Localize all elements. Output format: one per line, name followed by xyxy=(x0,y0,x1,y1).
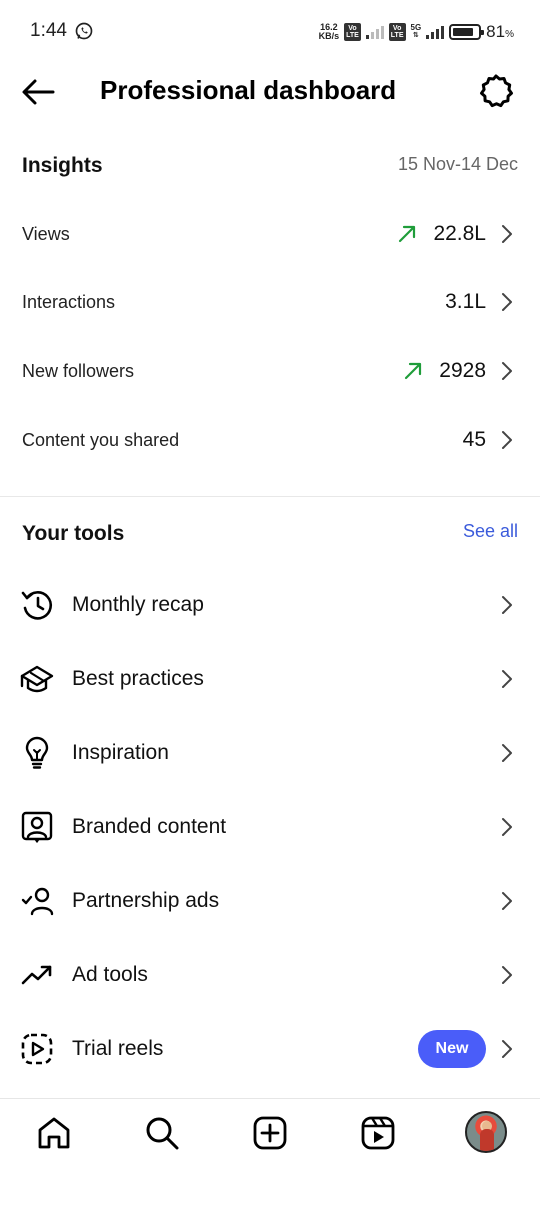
graduation-cap-icon xyxy=(20,665,54,693)
battery-percent: 81% xyxy=(486,22,514,41)
create-icon[interactable] xyxy=(250,1113,290,1153)
tools-title: Your tools xyxy=(22,522,125,545)
settings-gear-icon[interactable] xyxy=(478,73,514,109)
tool-label: Monthly recap xyxy=(72,593,204,616)
chevron-right-icon xyxy=(502,362,512,380)
header: Professional dashboard xyxy=(0,64,540,120)
chevron-right-icon xyxy=(502,1040,512,1058)
trend-up-icon xyxy=(398,225,416,243)
chevron-right-icon xyxy=(502,670,512,688)
signal-icon-sim2 xyxy=(426,25,445,39)
date-range[interactable]: 15 Nov-14 Dec xyxy=(398,154,518,175)
metric-row-interactions[interactable]: Interactions 3.1L xyxy=(0,268,540,336)
tool-inspiration[interactable]: Inspiration xyxy=(0,716,540,790)
back-arrow-icon[interactable] xyxy=(20,76,56,108)
avatar-figure xyxy=(480,1129,494,1151)
battery-icon xyxy=(449,24,485,40)
tool-label: Partnership ads xyxy=(72,889,220,912)
metric-value: 2928 xyxy=(439,359,486,382)
tool-branded-content[interactable]: Branded content xyxy=(0,790,540,864)
tool-label: Trial reels xyxy=(72,1037,164,1060)
bottom-nav xyxy=(0,1099,540,1169)
volte-badge-1: Vo LTE xyxy=(344,23,361,41)
signal-icon-sim1 xyxy=(365,25,384,39)
whatsapp-icon xyxy=(75,22,93,40)
metric-label: New followers xyxy=(22,361,135,381)
metric-value: 45 xyxy=(462,428,486,451)
chevron-right-icon xyxy=(502,225,512,243)
tool-label: Branded content xyxy=(72,815,227,838)
see-all-link[interactable]: See all xyxy=(463,521,518,542)
insights-title: Insights xyxy=(22,154,103,177)
metric-label: Content you shared xyxy=(22,430,180,450)
search-icon[interactable] xyxy=(142,1113,182,1153)
section-divider xyxy=(0,496,540,497)
profile-avatar[interactable] xyxy=(465,1111,507,1153)
tool-monthly-recap[interactable]: Monthly recap xyxy=(0,568,540,642)
metric-value: 22.8L xyxy=(433,222,486,245)
tool-best-practices[interactable]: Best practices xyxy=(0,642,540,716)
chevron-right-icon xyxy=(502,744,512,762)
tool-trial-reels[interactable]: Trial reels New xyxy=(0,1012,540,1086)
lightbulb-icon xyxy=(25,736,49,769)
tool-label: Inspiration xyxy=(72,741,169,764)
trial-reels-icon xyxy=(21,1033,53,1065)
chevron-right-icon xyxy=(502,892,512,910)
trending-up-icon xyxy=(21,965,52,985)
tool-label: Ad tools xyxy=(72,963,148,986)
chevron-right-icon xyxy=(502,966,512,984)
chevron-right-icon xyxy=(502,431,512,449)
home-icon[interactable] xyxy=(34,1113,74,1153)
new-badge: New xyxy=(418,1030,486,1068)
tool-ad-tools[interactable]: Ad tools xyxy=(0,938,540,1012)
metric-row-new-followers[interactable]: New followers 2928 xyxy=(0,337,540,405)
status-right-group: 16.2 KB/s Vo LTE Vo LTE 5G ⇅ 81% xyxy=(319,20,514,44)
tool-partnership-ads[interactable]: Partnership ads xyxy=(0,864,540,938)
metric-value: 3.1L xyxy=(445,290,486,313)
status-bar: 1:44 16.2 KB/s Vo LTE Vo LTE 5G ⇅ 81% xyxy=(0,0,540,64)
metric-label: Views xyxy=(22,224,70,244)
metric-row-content-shared[interactable]: Content you shared 45 xyxy=(0,406,540,474)
trend-up-icon xyxy=(404,362,422,380)
reels-icon[interactable] xyxy=(358,1113,398,1153)
branded-content-icon xyxy=(21,811,53,843)
network-speed: 16.2 KB/s xyxy=(318,22,340,41)
chevron-right-icon xyxy=(502,293,512,311)
partnership-person-icon xyxy=(21,887,54,916)
chevron-right-icon xyxy=(502,596,512,614)
network-5g: 5G ⇅ xyxy=(410,23,422,40)
status-time: 1:44 xyxy=(30,20,67,41)
tool-label: Best practices xyxy=(72,667,204,690)
history-clock-icon xyxy=(21,591,53,620)
volte-badge-2: Vo LTE xyxy=(388,23,406,41)
metric-row-views[interactable]: Views 22.8L xyxy=(0,200,540,268)
page-title: Professional dashboard xyxy=(100,75,397,105)
metric-label: Interactions xyxy=(22,292,116,312)
chevron-right-icon xyxy=(502,818,512,836)
